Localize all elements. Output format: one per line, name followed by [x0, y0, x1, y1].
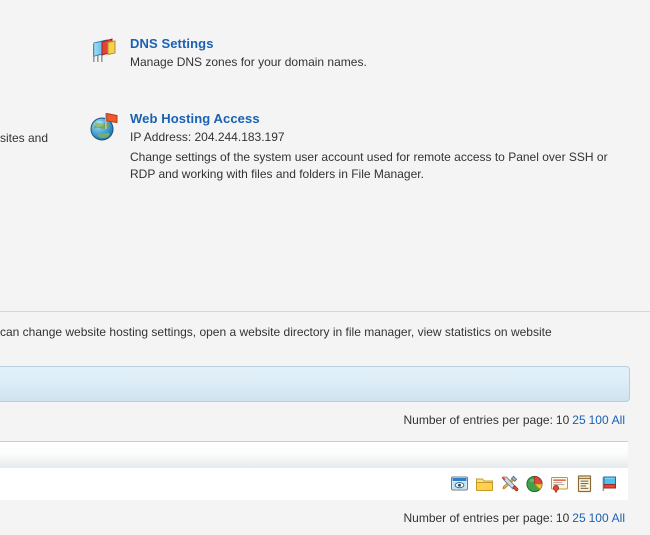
list-header-bar: [0, 366, 630, 402]
dns-flags-icon: [88, 36, 120, 68]
tool-description-dns-settings: Manage DNS zones for your domain names.: [130, 54, 367, 71]
hosting-settings-tools-icon[interactable]: [499, 473, 520, 494]
entries-option-100[interactable]: 100: [589, 413, 609, 427]
tool-item-web-hosting-access: Web Hosting Access IP Address: 204.244.1…: [88, 111, 618, 191]
list-header-bar-inner: [0, 367, 629, 401]
web-statistics-pie-icon[interactable]: [524, 473, 545, 494]
entries-option-25[interactable]: 25: [572, 413, 585, 427]
entries-option-100-bottom[interactable]: 100: [589, 511, 609, 525]
table-header: [0, 441, 628, 468]
entries-option-25-bottom[interactable]: 25: [572, 511, 585, 525]
entries-per-page-bottom: Number of entries per page: 1025 100All: [403, 511, 625, 525]
table-row: [0, 468, 628, 500]
entries-per-page-label-bottom: Number of entries per page:: [403, 511, 552, 525]
clipped-paragraph: can change website hosting settings, ope…: [0, 324, 650, 341]
entries-per-page-top: Number of entries per page: 1025 100All: [403, 413, 625, 427]
tool-item-dns-settings: DNS Settings Manage DNS zones for your d…: [88, 36, 608, 86]
preview-website-icon[interactable]: [449, 473, 470, 494]
ssl-certificate-icon[interactable]: [549, 473, 570, 494]
tool-description-web-hosting-access: Change settings of the system user accou…: [130, 149, 620, 183]
dns-flag-icon[interactable]: [599, 473, 620, 494]
tool-body: DNS Settings Manage DNS zones for your d…: [130, 36, 367, 71]
globe-flag-icon: [88, 111, 120, 143]
clipped-left-text: sites and: [0, 130, 48, 147]
tool-title-dns-settings[interactable]: DNS Settings: [130, 36, 367, 51]
row-action-icons: [449, 473, 620, 494]
entries-option-all[interactable]: All: [612, 413, 625, 427]
tool-body: Web Hosting Access IP Address: 204.244.1…: [130, 111, 620, 183]
entries-per-page-label: Number of entries per page:: [403, 413, 552, 427]
entries-option-all-bottom[interactable]: All: [612, 511, 625, 525]
logs-notepad-icon[interactable]: [574, 473, 595, 494]
panel-page: DNS Settings Manage DNS zones for your d…: [0, 0, 650, 535]
ip-address-line: IP Address: 204.244.183.197: [130, 129, 620, 146]
entries-option-10-bottom[interactable]: 10: [556, 511, 569, 525]
file-manager-folder-icon[interactable]: [474, 473, 495, 494]
entries-option-10[interactable]: 10: [556, 413, 569, 427]
section-divider: [0, 311, 650, 312]
tool-title-web-hosting-access[interactable]: Web Hosting Access: [130, 111, 620, 126]
